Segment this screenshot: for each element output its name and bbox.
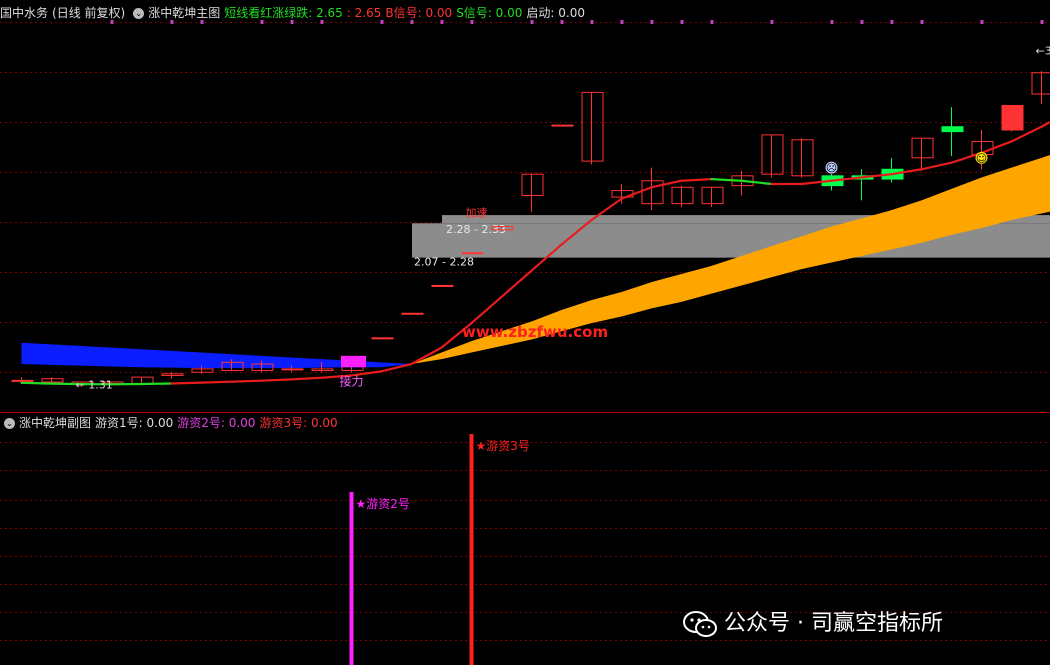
- candle: [161, 373, 184, 376]
- legend-b-signal: B信号: 0.00: [385, 6, 453, 20]
- candle: [371, 337, 394, 340]
- legend-value2: : 2.65: [346, 6, 382, 20]
- trend-line: [260, 378, 293, 382]
- candle: [191, 368, 214, 373]
- trend-line: [1040, 120, 1050, 128]
- capital-bar: [349, 492, 354, 665]
- candle: [911, 137, 934, 159]
- top-marker: [890, 20, 894, 24]
- price-annotation: 加速: [466, 207, 488, 220]
- candle: [701, 186, 724, 205]
- price-annotation: ← 1.31: [76, 379, 113, 392]
- legend-s3: 游资3号: 0.00: [259, 416, 338, 430]
- main-indicator-name[interactable]: 涨中乾坤主图: [148, 6, 220, 20]
- candle: [311, 368, 334, 372]
- candle: [791, 139, 814, 177]
- watermark-account: 公众号 · 司赢空指标所: [724, 611, 943, 636]
- top-marker: [650, 20, 654, 24]
- candle: [671, 186, 694, 205]
- legend-s1: 游资1号: 0.00: [95, 416, 174, 430]
- trend-line: [20, 381, 53, 385]
- chevron-down-icon[interactable]: ⌄: [133, 8, 145, 19]
- relay-box: [341, 355, 366, 368]
- legend-s2: 游资2号: 0.00: [177, 416, 256, 430]
- candle: [401, 312, 424, 315]
- trend-line: [710, 177, 743, 182]
- signal-face-glyph: ☹: [826, 162, 837, 175]
- capital-bar: [469, 434, 474, 665]
- trend-line: [920, 161, 953, 171]
- trend-line: [170, 381, 203, 385]
- candle: [641, 180, 664, 205]
- trend-line: [200, 380, 233, 384]
- period-label: (日线 前复权): [52, 6, 126, 20]
- capital-label: ★游资3号: [476, 439, 530, 453]
- candle: [551, 124, 574, 127]
- top-marker: [680, 20, 684, 24]
- trend-line: [680, 177, 713, 182]
- top-marker: [830, 20, 834, 24]
- candle: [1001, 104, 1024, 131]
- top-marker: [710, 20, 714, 24]
- zone-label: 2.07 - 2.28: [414, 256, 474, 269]
- relay-label: 接力: [339, 373, 363, 388]
- sub-indicator-name[interactable]: 涨中乾坤副图: [19, 416, 91, 430]
- chevron-down-icon[interactable]: ⌄: [4, 418, 15, 429]
- top-marker: [770, 20, 774, 24]
- legend-start: 启动: 0.00: [526, 6, 585, 20]
- stock-name: 国中水务: [0, 6, 49, 20]
- trend-line: [500, 269, 533, 299]
- legend-short-term: 短线看红涨绿跌: 2.65: [224, 6, 343, 20]
- main-chart-header: 国中水务 (日线 前复权) ⌄ 涨中乾坤主图 短线看红涨绿跌: 2.65: 2.65 B信…: [0, 4, 589, 22]
- candle: [761, 134, 784, 175]
- top-marker: [1040, 20, 1044, 24]
- signal-face-glyph: ☺: [976, 152, 987, 165]
- trend-line: [650, 179, 683, 189]
- candle: [431, 284, 454, 287]
- top-marker: [920, 20, 924, 24]
- candle: [581, 91, 604, 162]
- trend-line: [620, 186, 653, 200]
- candle: [521, 173, 544, 196]
- top-marker: [590, 20, 594, 24]
- capital-label: ★游资2号: [356, 497, 410, 511]
- trend-line: [470, 295, 503, 325]
- candle: [131, 376, 154, 385]
- price-annotation: ←3: [1036, 45, 1050, 58]
- wechat-icon: [683, 611, 717, 637]
- candle: [11, 379, 34, 382]
- candle: [281, 368, 304, 371]
- trend-line: [740, 179, 773, 186]
- trend-line: [230, 379, 263, 383]
- candle: [461, 252, 484, 255]
- chart-canvas[interactable]: 2.28 - 2.332.07 - 2.28接力加速← 1.31←3☹☺www.…: [0, 0, 1050, 665]
- watermark-site: www.zbzfwu.com: [462, 323, 608, 341]
- sub-chart-header: ⌄ 涨中乾坤副图 游资1号: 0.00 游资2号: 0.00 游资3号: 0.00: [0, 414, 342, 432]
- candle: [941, 126, 964, 133]
- watermark: 公众号 · 司赢空指标所: [682, 606, 943, 642]
- trend-line: [290, 376, 323, 381]
- top-marker: [980, 20, 984, 24]
- top-marker: [860, 20, 864, 24]
- top-marker: [620, 20, 624, 24]
- candle: [41, 378, 64, 383]
- legend-s-signal: S信号: 0.00: [456, 6, 523, 20]
